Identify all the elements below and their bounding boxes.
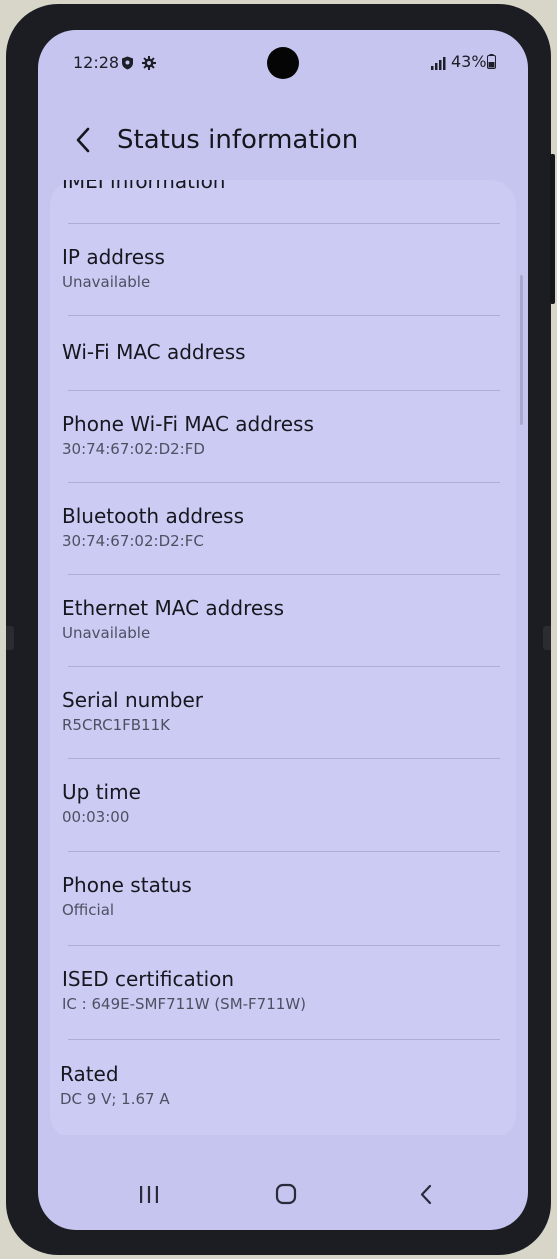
item-label: Up time [62, 780, 141, 804]
home-button[interactable] [266, 1180, 306, 1210]
item-label: ISED certification [62, 967, 235, 991]
list-item-ethernet-mac-address[interactable]: Ethernet MAC address Unavailable [62, 596, 499, 642]
divider [68, 851, 500, 852]
item-label: Phone status [62, 873, 192, 897]
back-button[interactable] [70, 124, 96, 156]
list-item-rated[interactable]: Rated DC 9 V; 1.67 A [60, 1062, 497, 1108]
divider [68, 574, 500, 575]
item-label: Rated [60, 1062, 119, 1086]
front-camera [267, 47, 299, 79]
item-value: Unavailable [62, 624, 151, 642]
battery-icon [487, 54, 496, 73]
back-icon [420, 1184, 432, 1205]
divider [68, 945, 500, 946]
item-value: IC : 649E-SMF711W (SM-F711W) [62, 995, 306, 1013]
item-value: 00:03:00 [62, 808, 130, 826]
item-label: IMEI information [62, 180, 226, 193]
app-header: Status information [38, 110, 528, 170]
list-item-phone-status[interactable]: Phone status Official [62, 873, 499, 919]
recents-button[interactable] [129, 1180, 169, 1210]
divider [68, 223, 500, 224]
list-item-up-time[interactable]: Up time 00:03:00 [62, 780, 499, 826]
item-label: Bluetooth address [62, 504, 245, 528]
recents-icon [140, 1186, 158, 1203]
list-item-serial-number[interactable]: Serial number R5CRC1FB11K [62, 688, 499, 734]
divider [68, 1039, 500, 1040]
page-title: Status information [117, 125, 359, 155]
status-time: 12:28 [73, 53, 120, 72]
list-item-bluetooth-address[interactable]: Bluetooth address 30:74:67:02:D2:FC [62, 504, 499, 550]
divider [68, 482, 500, 483]
item-label: Ethernet MAC address [62, 596, 284, 620]
navigation-bar [38, 1170, 528, 1220]
back-arrow-icon [76, 127, 90, 153]
item-value: Official [62, 901, 115, 919]
status-info-list: IMEI information IP address Unavailable … [38, 180, 528, 1135]
screen: 12:28 43% Status information IMEI inform… [38, 30, 528, 1230]
signal-icon [431, 55, 447, 74]
item-label: Serial number [62, 688, 204, 712]
shield-icon [121, 55, 134, 74]
item-label: Phone Wi-Fi MAC address [62, 412, 314, 436]
item-value: 30:74:67:02:D2:FC [62, 532, 204, 550]
nav-back-button[interactable] [406, 1180, 446, 1210]
battery-percent: 43% [451, 52, 487, 71]
item-label: IP address [62, 245, 165, 269]
item-value: DC 9 V; 1.67 A [60, 1090, 170, 1108]
hinge-right [543, 626, 551, 650]
side-button [550, 154, 555, 304]
list-item-wifi-mac-address[interactable]: Wi-Fi MAC address [62, 340, 499, 364]
hinge-left [6, 626, 14, 650]
list-item-phone-wifi-mac-address[interactable]: Phone Wi-Fi MAC address 30:74:67:02:D2:F… [62, 412, 499, 458]
list-item-ised-certification[interactable]: ISED certification IC : 649E-SMF711W (SM… [62, 967, 499, 1013]
divider [68, 666, 500, 667]
scrollbar[interactable] [520, 275, 523, 425]
divider [68, 390, 500, 391]
item-value: R5CRC1FB11K [62, 716, 170, 734]
home-icon [275, 1183, 297, 1205]
list-item-ip-address[interactable]: IP address Unavailable [62, 245, 499, 291]
list-item-imei-information[interactable]: IMEI information [62, 180, 499, 193]
divider [68, 758, 500, 759]
divider [68, 315, 500, 316]
item-label: Wi-Fi MAC address [62, 340, 246, 364]
phone-frame: 12:28 43% Status information IMEI inform… [6, 4, 555, 1255]
status-bar: 12:28 43% [38, 30, 528, 90]
item-value: 30:74:67:02:D2:FD [62, 440, 205, 458]
item-value: Unavailable [62, 273, 151, 291]
gear-icon [142, 55, 156, 74]
